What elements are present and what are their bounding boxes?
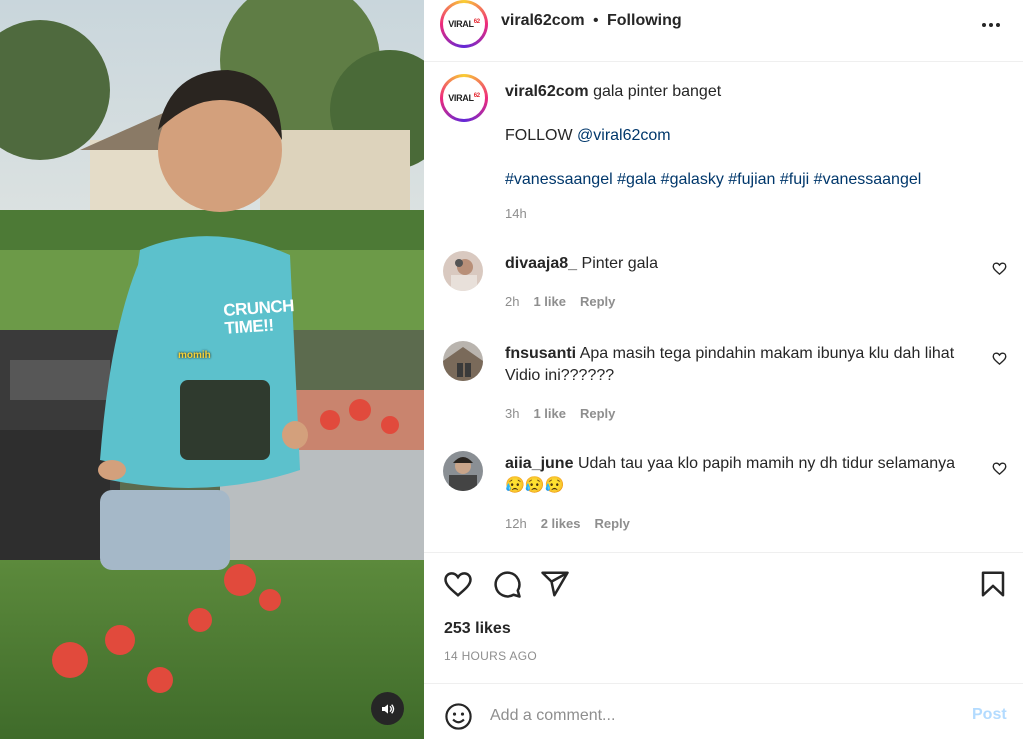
post-actions: 253 likes 14 HOURS AGO Post (424, 552, 1023, 739)
comment-username[interactable]: fnsusanti (505, 345, 576, 362)
post-media[interactable]: momih CRUNCH TIME!! (0, 0, 424, 739)
caption-mention-link[interactable]: @viral62com (577, 127, 671, 144)
add-comment-bar: Post (424, 683, 1023, 739)
comment-reply-button[interactable]: Reply (580, 294, 615, 309)
commenter-avatar[interactable] (443, 251, 483, 291)
more-horizontal-icon[interactable] (979, 13, 1003, 37)
caption-timestamp: 14h (505, 206, 527, 221)
video-watermark: momih (178, 350, 211, 361)
commenter-avatar[interactable] (443, 451, 483, 491)
comment-like-heart-icon[interactable] (992, 261, 1007, 276)
commenter-avatar[interactable] (443, 341, 483, 381)
header-separator: • (593, 12, 599, 29)
comment-reply-button[interactable]: Reply (594, 516, 629, 531)
comment-input[interactable] (490, 704, 960, 728)
comment-meta: 12h 2 likes Reply (505, 516, 644, 531)
caption-follow-prefix: FOLLOW (505, 127, 578, 144)
comment-time: 12h (505, 516, 527, 531)
comment-text: Pinter gala (581, 255, 659, 272)
comment-reply-button[interactable]: Reply (580, 406, 615, 421)
likes-count[interactable]: 253 likes (444, 620, 511, 638)
heart-icon[interactable] (443, 569, 473, 599)
bookmark-icon[interactable] (978, 569, 1008, 599)
comment-likes[interactable]: 1 like (533, 294, 566, 309)
post-comment-button[interactable]: Post (972, 706, 1007, 724)
caption-username[interactable]: viral62com (505, 83, 589, 100)
comment-meta: 3h 1 like Reply (505, 406, 629, 421)
comment-body: aiia_june Udah tau yaa klo papih mamih n… (505, 453, 975, 497)
audio-toggle-button[interactable] (371, 692, 404, 725)
caption-author-avatar[interactable]: VIRAL62 (440, 74, 488, 122)
post-timestamp: 14 HOURS AGO (444, 649, 537, 663)
caption-text: gala pinter banget (593, 83, 722, 100)
shirt-print-text: CRUNCH TIME!! (222, 296, 295, 338)
comment-emoji: 😥😥😥 (505, 477, 565, 494)
comment-like-heart-icon[interactable] (992, 461, 1007, 476)
avatar-brand-text: VIRAL62 (448, 19, 480, 29)
emoji-icon[interactable] (444, 702, 473, 731)
comment-meta: 2h 1 like Reply (505, 294, 629, 309)
comment-time: 3h (505, 406, 520, 421)
comment-body: fnsusanti Apa masih tega pindahin makam … (505, 343, 975, 387)
author-avatar[interactable]: VIRAL62 (440, 0, 488, 48)
post-side-panel: VIRAL62 viral62com • Following VIRAL62 v… (424, 0, 1023, 739)
comment-likes[interactable]: 1 like (533, 406, 566, 421)
comment-like-heart-icon[interactable] (992, 351, 1007, 366)
comment-body: divaaja8_ Pinter gala (505, 253, 975, 275)
caption-hashtags[interactable]: #vanessaangel #gala #galasky #fujian #fu… (505, 171, 921, 188)
comment-username[interactable]: aiia_june (505, 455, 573, 472)
caption-avatar-brand-text: VIRAL62 (448, 93, 480, 103)
comment-text: Udah tau yaa klo papih mamih ny dh tidur… (577, 455, 956, 472)
author-username[interactable]: viral62com (501, 12, 585, 30)
following-button[interactable]: Following (607, 12, 682, 30)
speaker-icon (381, 703, 394, 714)
post-header: VIRAL62 viral62com • Following (424, 0, 1023, 62)
comments-scroll-area[interactable]: VIRAL62 viral62com gala pinter banget FO… (424, 63, 1023, 552)
comment-icon[interactable] (492, 569, 522, 599)
video-frame (0, 0, 424, 739)
comment-time: 2h (505, 294, 520, 309)
comment-likes[interactable]: 2 likes (541, 516, 581, 531)
post-caption: viral62com gala pinter banget FOLLOW @vi… (505, 81, 1005, 213)
comment-username[interactable]: divaaja8_ (505, 255, 577, 272)
share-icon[interactable] (540, 569, 570, 599)
